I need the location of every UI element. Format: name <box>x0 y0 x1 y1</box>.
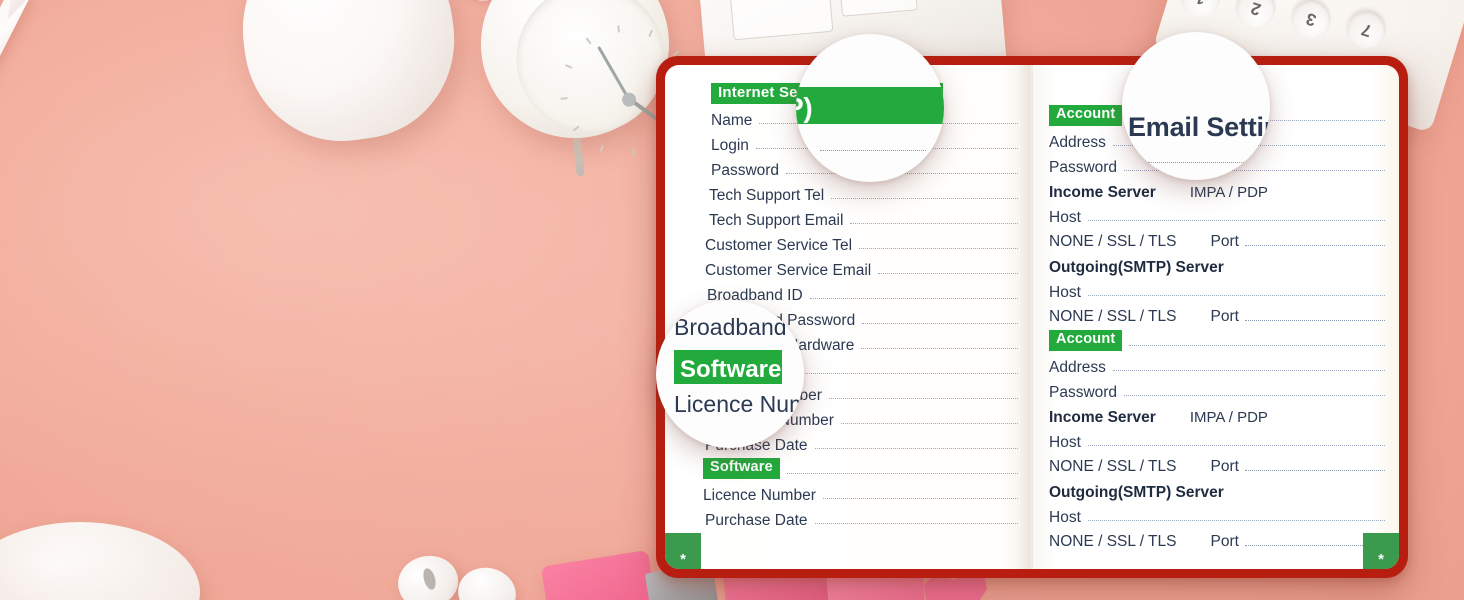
field-row-password: Password <box>1033 376 1399 401</box>
field-label: Host <box>1049 283 1081 301</box>
corner-tab-symbol: * <box>1378 551 1384 568</box>
section-tag-account: Account <box>1049 105 1123 126</box>
field-row-tech-support-email: Tech Support Email <box>665 204 1032 229</box>
security-options-label: NONE / SSL / TLS <box>1049 533 1177 550</box>
magnifier-email-setting-title: Email Setting <box>1122 32 1270 180</box>
field-label: Name <box>711 111 753 129</box>
field-row-purchase-date: Purchase Date <box>665 504 1032 529</box>
account-2-tag-row: Account <box>1033 326 1399 351</box>
magnified-text-licence-number: Licence Num <box>674 391 804 417</box>
magnified-write-line <box>1148 162 1260 163</box>
field-label: Host <box>1049 508 1081 526</box>
field-label: Address <box>1049 133 1106 151</box>
magnifier-isp-title: ider(ISP) <box>796 34 944 182</box>
field-label: Tech Support Tel <box>709 186 825 204</box>
outgoing-server-heading-row: Outgoing(SMTP) Server <box>1033 251 1399 276</box>
field-label: Login <box>711 136 749 154</box>
field-label: Customer Service Tel <box>705 236 853 254</box>
magnifier-content: ider(ISP) <box>796 34 944 182</box>
field-row-income-host: Host <box>1033 201 1399 226</box>
write-line[interactable] <box>1124 395 1385 396</box>
write-line[interactable] <box>1129 345 1385 346</box>
section-tag-software: Software <box>703 458 780 479</box>
outgoing-security-port-row: NONE / SSL / TLS Port <box>1033 526 1399 551</box>
income-security-port-row: NONE / SSL / TLS Port <box>1033 226 1399 251</box>
write-line[interactable] <box>1087 295 1385 296</box>
security-options-label: NONE / SSL / TLS <box>1049 233 1177 250</box>
magnified-write-line <box>820 150 926 151</box>
write-line[interactable] <box>809 298 1018 299</box>
write-line[interactable] <box>1244 470 1385 471</box>
write-line[interactable] <box>878 273 1018 274</box>
subsection-outgoing-server: Outgoing(SMTP) Server <box>1049 258 1224 276</box>
write-line[interactable] <box>1087 220 1385 221</box>
magnifier-content: Broadband H Software Licence Num <box>656 300 804 448</box>
field-row-customer-service-tel: Customer Service Tel <box>665 229 1032 254</box>
field-row-customer-service-email: Customer Service Email <box>665 254 1032 279</box>
subsection-income-server: Income Server <box>1049 183 1156 201</box>
magnifier-software-section: Broadband H Software Licence Num <box>656 300 804 448</box>
field-label: Tech Support Email <box>709 211 844 229</box>
port-label: Port <box>1210 533 1239 550</box>
write-line[interactable] <box>1087 520 1385 521</box>
write-line[interactable] <box>814 523 1018 524</box>
write-line[interactable] <box>862 323 1018 324</box>
field-row-address: Address <box>1033 351 1399 376</box>
write-line[interactable] <box>1244 320 1385 321</box>
outgoing-server-heading-row: Outgoing(SMTP) Server <box>1033 476 1399 501</box>
field-row-outgoing-host: Host <box>1033 276 1399 301</box>
field-label: Host <box>1049 433 1081 451</box>
field-label: Host <box>1049 208 1081 226</box>
write-line[interactable] <box>861 348 1018 349</box>
security-options-label: NONE / SSL / TLS <box>1049 458 1177 475</box>
field-row-tech-support-tel: Tech Support Tel <box>665 179 1032 204</box>
field-row-licence-number: Licence Number <box>665 479 1032 504</box>
field-label: Password <box>1049 383 1118 401</box>
corner-tab-symbol: * <box>680 551 686 568</box>
subsection-outgoing-server: Outgoing(SMTP) Server <box>1049 483 1224 501</box>
section-tag-account: Account <box>1049 330 1123 351</box>
field-label: Address <box>1049 358 1106 376</box>
magnified-text-email-setting: Email Setting <box>1128 112 1270 142</box>
write-line[interactable] <box>1087 445 1385 446</box>
software-block-2-tag-row: Software <box>665 454 1032 479</box>
income-server-heading-row: Income Server IMPA / PDP <box>1033 401 1399 426</box>
income-server-protocols: IMPA / PDP <box>1189 184 1268 201</box>
magnified-text-broadband: Broadband H <box>674 314 804 340</box>
write-line[interactable] <box>828 398 1018 399</box>
write-line[interactable] <box>859 248 1018 249</box>
write-line[interactable] <box>1112 370 1385 371</box>
field-label: Licence Number <box>703 486 816 504</box>
write-line[interactable] <box>792 373 1018 374</box>
magnified-text-isp: ider(ISP) <box>796 92 813 123</box>
security-options-label: NONE / SSL / TLS <box>1049 308 1177 325</box>
port-label: Port <box>1210 458 1239 475</box>
magnified-green-band <box>796 87 944 124</box>
field-label: Customer Service Email <box>705 261 872 279</box>
corner-tab-bottom-left[interactable]: * <box>665 533 701 569</box>
magnifier-content: Email Setting <box>1122 32 1270 180</box>
write-line[interactable] <box>822 498 1018 499</box>
field-label: Password <box>711 161 780 179</box>
income-security-port-row: NONE / SSL / TLS Port <box>1033 451 1399 476</box>
field-row-outgoing-host: Host <box>1033 501 1399 526</box>
corner-tab-bottom-right[interactable]: * <box>1363 533 1399 569</box>
field-row-income-host: Host <box>1033 426 1399 451</box>
subsection-income-server: Income Server <box>1049 408 1156 426</box>
field-label: Password <box>1049 158 1118 176</box>
field-label: Purchase Date <box>705 511 808 529</box>
write-line[interactable] <box>840 423 1018 424</box>
magnified-text-software: Software <box>680 356 782 383</box>
write-line[interactable] <box>850 223 1018 224</box>
write-line[interactable] <box>1244 245 1385 246</box>
write-line[interactable] <box>814 448 1018 449</box>
income-server-protocols: IMPA / PDP <box>1189 409 1268 426</box>
port-label: Port <box>1210 308 1239 325</box>
write-line[interactable] <box>786 473 1018 474</box>
write-line[interactable] <box>831 198 1018 199</box>
port-label: Port <box>1210 233 1239 250</box>
outgoing-security-port-row: NONE / SSL / TLS Port <box>1033 301 1399 326</box>
